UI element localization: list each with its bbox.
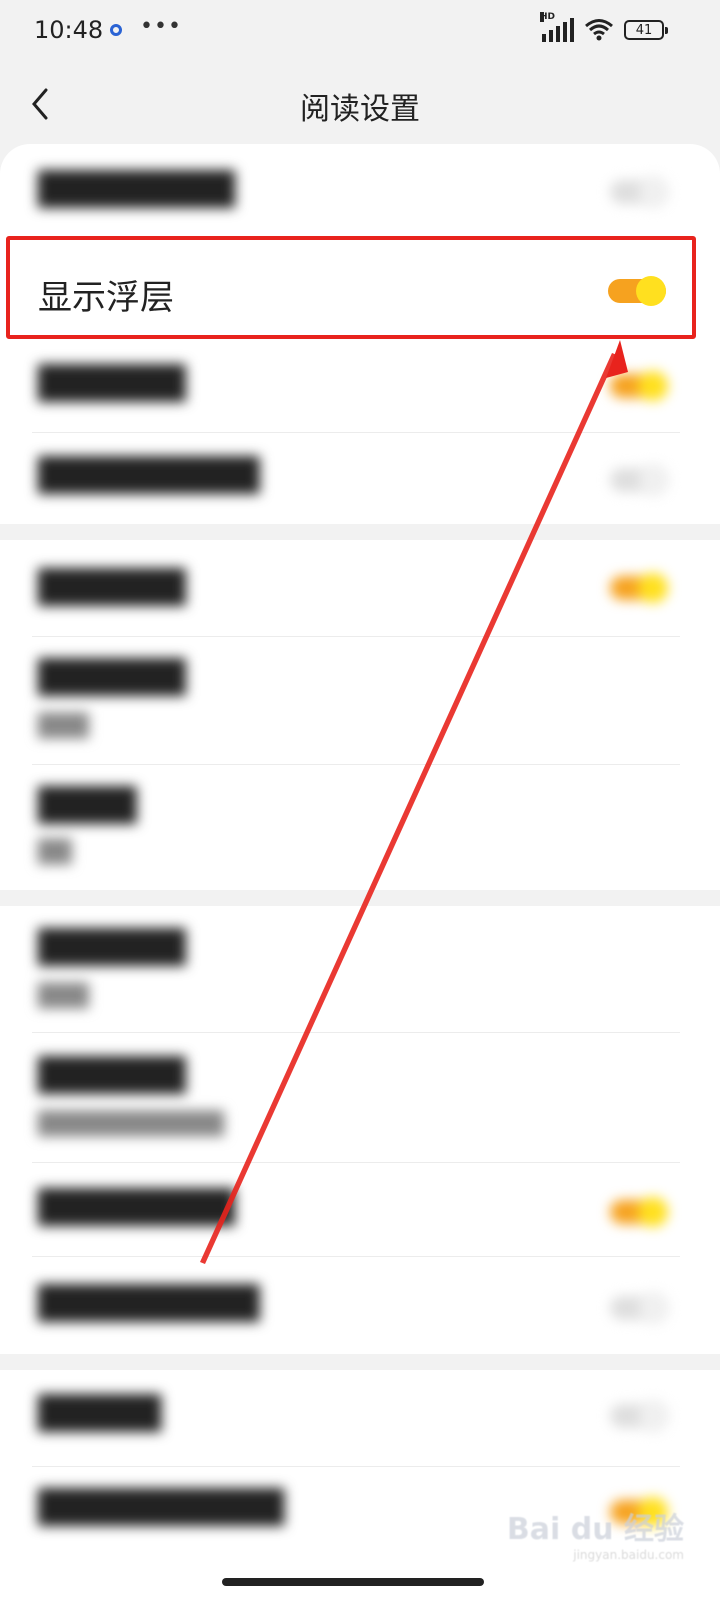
home-indicator[interactable] [222, 1578, 484, 1586]
watermark-logo: Bai du 经验 jingyan.baidu.com [506, 1512, 684, 1562]
annotation-arrow-icon [200, 340, 628, 1264]
